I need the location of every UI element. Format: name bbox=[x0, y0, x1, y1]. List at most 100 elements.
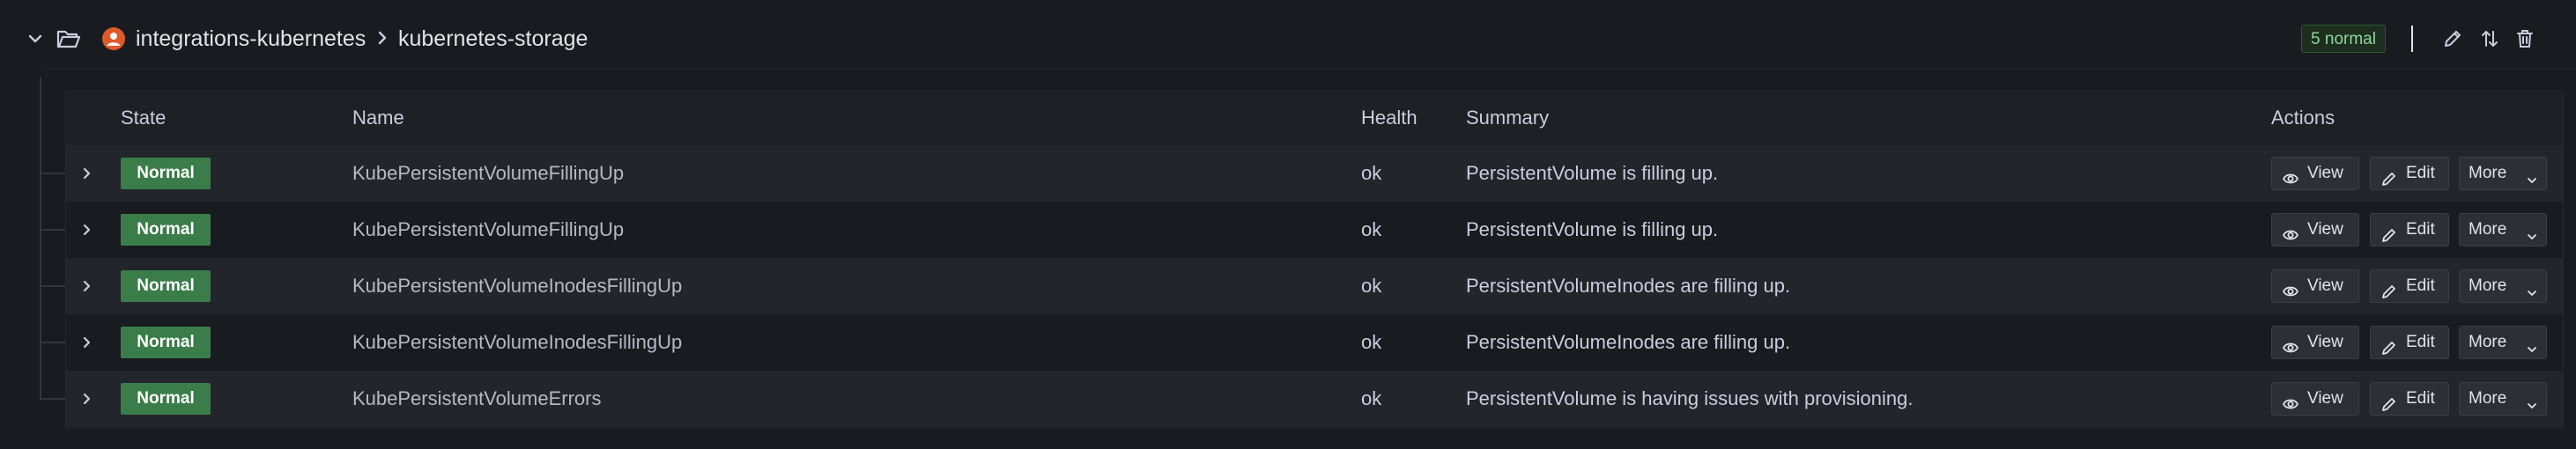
edit-button[interactable]: Edit bbox=[2370, 269, 2449, 303]
state-badge: Normal bbox=[121, 327, 211, 358]
more-button[interactable]: More bbox=[2459, 382, 2547, 416]
chevron-right-icon[interactable] bbox=[77, 386, 98, 411]
edit-label: Edit bbox=[2406, 276, 2435, 295]
rule-name: KubePersistentVolumeInodesFillingUp bbox=[352, 275, 683, 297]
rule-group-header: integrations-kubernetes kubernetes-stora… bbox=[0, 0, 2576, 77]
more-button[interactable]: More bbox=[2459, 269, 2547, 303]
pencil-icon bbox=[2381, 335, 2397, 355]
chevron-right-icon[interactable] bbox=[77, 274, 98, 298]
view-button[interactable]: View bbox=[2271, 213, 2359, 247]
column-header-name: Name bbox=[352, 107, 404, 129]
state-badge: Normal bbox=[121, 214, 211, 246]
edit-button[interactable]: Edit bbox=[2370, 326, 2449, 359]
more-button[interactable]: More bbox=[2459, 326, 2547, 359]
rule-summary: PersistentVolume is filling up. bbox=[1466, 162, 1719, 184]
more-button[interactable]: More bbox=[2459, 213, 2547, 247]
rule-name: KubePersistentVolumeInodesFillingUp bbox=[352, 331, 683, 353]
edit-button[interactable]: Edit bbox=[2370, 213, 2449, 247]
more-label: More bbox=[2469, 276, 2507, 295]
view-button[interactable]: View bbox=[2271, 269, 2359, 303]
view-button[interactable]: View bbox=[2271, 326, 2359, 359]
column-header-state: State bbox=[121, 107, 167, 129]
tree-branch bbox=[40, 398, 66, 400]
pencil-icon[interactable] bbox=[2440, 26, 2465, 51]
rule-summary: PersistentVolumeInodes are filling up. bbox=[1466, 331, 1791, 353]
view-label: View bbox=[2307, 389, 2343, 408]
view-button[interactable]: View bbox=[2271, 382, 2359, 416]
tree-branch bbox=[40, 342, 66, 343]
edit-label: Edit bbox=[2406, 333, 2435, 351]
group-name: kubernetes-storage bbox=[398, 26, 588, 51]
sort-arrows-icon[interactable] bbox=[2477, 26, 2502, 51]
rule-name: KubePersistentVolumeErrors bbox=[352, 387, 602, 409]
table-header: State Name Health Summary Actions bbox=[66, 92, 2563, 145]
chevron-down-icon bbox=[2525, 336, 2539, 352]
rule-health: ok bbox=[1361, 162, 1382, 184]
rule-summary: PersistentVolume is having issues with p… bbox=[1466, 387, 1913, 409]
eye-icon bbox=[2282, 223, 2299, 240]
tree-branch bbox=[40, 173, 66, 174]
view-label: View bbox=[2307, 220, 2343, 239]
tree-branch bbox=[40, 229, 66, 231]
state-badge: Normal bbox=[121, 383, 211, 415]
header-divider bbox=[2411, 26, 2413, 52]
chevron-down-icon[interactable] bbox=[23, 25, 48, 53]
chevron-right-icon bbox=[375, 25, 389, 51]
tree-line bbox=[40, 77, 41, 400]
chevron-right-icon[interactable] bbox=[77, 330, 98, 355]
chevron-down-icon bbox=[2525, 393, 2539, 409]
rule-health: ok bbox=[1361, 331, 1382, 353]
eye-icon bbox=[2282, 166, 2299, 184]
view-label: View bbox=[2307, 276, 2343, 295]
eye-icon bbox=[2282, 392, 2299, 409]
chevron-down-icon bbox=[2525, 280, 2539, 296]
chevron-down-icon bbox=[2525, 224, 2539, 239]
rule-health: ok bbox=[1361, 218, 1382, 240]
table-row: Normal KubePersistentVolumeInodesFilling… bbox=[66, 314, 2563, 371]
eye-icon bbox=[2282, 279, 2299, 297]
edit-label: Edit bbox=[2406, 389, 2435, 408]
state-count-badge: 5 normal bbox=[2301, 25, 2386, 53]
column-header-health: Health bbox=[1361, 107, 1418, 129]
chevron-right-icon[interactable] bbox=[77, 161, 98, 186]
more-button[interactable]: More bbox=[2459, 157, 2547, 190]
table-row: Normal KubePersistentVolumeFillingUp ok … bbox=[66, 202, 2563, 258]
rule-name: KubePersistentVolumeFillingUp bbox=[352, 162, 625, 184]
pencil-icon bbox=[2381, 279, 2397, 298]
view-label: View bbox=[2307, 333, 2343, 351]
column-header-summary: Summary bbox=[1466, 107, 1550, 129]
rule-health: ok bbox=[1361, 387, 1382, 409]
table-row: Normal KubePersistentVolumeErrors ok Per… bbox=[66, 371, 2563, 427]
edit-label: Edit bbox=[2406, 220, 2435, 239]
edit-button[interactable]: Edit bbox=[2370, 382, 2449, 416]
more-label: More bbox=[2469, 389, 2507, 408]
trash-icon[interactable] bbox=[2513, 26, 2537, 51]
table-row: Normal KubePersistentVolumeInodesFilling… bbox=[66, 258, 2563, 314]
state-badge: Normal bbox=[121, 158, 211, 189]
view-label: View bbox=[2307, 164, 2343, 182]
more-label: More bbox=[2469, 164, 2507, 182]
chevron-down-icon bbox=[2525, 167, 2539, 183]
more-label: More bbox=[2469, 220, 2507, 239]
header-bottom-border bbox=[44, 68, 2576, 70]
chevron-right-icon[interactable] bbox=[77, 217, 98, 242]
table-row: Normal KubePersistentVolumeFillingUp ok … bbox=[66, 145, 2563, 202]
rule-name: KubePersistentVolumeFillingUp bbox=[352, 218, 625, 240]
view-button[interactable]: View bbox=[2271, 157, 2359, 190]
rule-health: ok bbox=[1361, 275, 1382, 297]
tree-branch bbox=[40, 285, 66, 287]
pencil-icon bbox=[2381, 392, 2397, 411]
grafana-icon bbox=[101, 26, 126, 51]
more-label: More bbox=[2469, 333, 2507, 351]
state-badge: Normal bbox=[121, 270, 211, 302]
eye-icon bbox=[2282, 335, 2299, 353]
edit-label: Edit bbox=[2406, 164, 2435, 182]
rules-table: State Name Health Summary Actions Normal… bbox=[65, 91, 2564, 429]
edit-button[interactable]: Edit bbox=[2370, 157, 2449, 190]
pencil-icon bbox=[2381, 166, 2397, 186]
column-header-actions: Actions bbox=[2271, 107, 2335, 129]
namespace-link[interactable]: integrations-kubernetes bbox=[136, 23, 366, 55]
pencil-icon bbox=[2381, 223, 2397, 242]
rule-summary: PersistentVolumeInodes are filling up. bbox=[1466, 275, 1791, 297]
folder-open-icon bbox=[56, 26, 82, 51]
